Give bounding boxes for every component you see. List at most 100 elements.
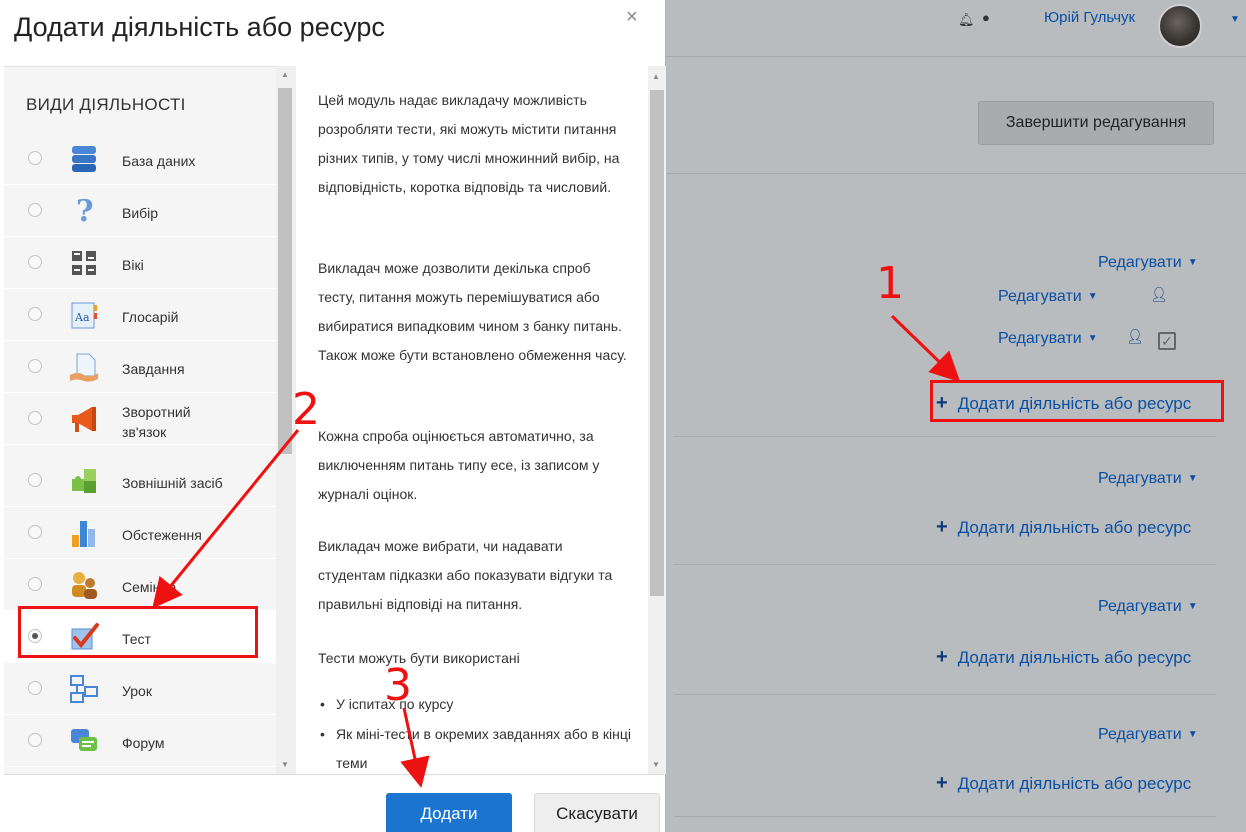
radio-button[interactable]: [28, 733, 42, 747]
workshop-icon: [72, 572, 97, 599]
scroll-up-icon[interactable]: ▲: [281, 70, 289, 79]
plus-icon: +: [936, 772, 948, 794]
activity-label: Глосарій: [122, 309, 179, 325]
wiki-icon: [72, 251, 96, 275]
edit-menu-link[interactable]: Редагувати ▼: [998, 330, 1098, 348]
chevron-down-icon: ▼: [1187, 601, 1198, 613]
lesson-icon: [70, 675, 98, 703]
chat-icon[interactable]: ●: [982, 10, 990, 25]
right-scrollbar-thumb[interactable]: [650, 90, 664, 596]
chevron-down-icon[interactable]: ▼: [1230, 14, 1240, 25]
activity-option-wiki[interactable]: Вікі: [4, 237, 276, 289]
activity-option-workshop[interactable]: Семінар: [4, 559, 276, 611]
megaphone-icon: [72, 407, 96, 432]
section-divider: [674, 436, 1216, 437]
annotation-box-add-link: [930, 380, 1224, 422]
activity-option-partial: [4, 767, 276, 774]
activity-option-glossary[interactable]: Aa Глосарій: [4, 289, 276, 341]
activity-option-external-tool[interactable]: Зовнішній засіб: [4, 455, 276, 507]
activity-option-lesson[interactable]: Урок: [4, 663, 276, 715]
activity-types-list: ВИДИ ДІЯЛЬНОСТІ База даних ? Вибір Вікі …: [4, 66, 296, 774]
description-paragraph: Цей модуль надає викладачу можливість ро…: [318, 92, 620, 195]
activity-option-choice[interactable]: ? Вибір: [4, 185, 276, 237]
top-navbar: 🔔︎ ● Юрій Гульчук ▼: [666, 0, 1246, 48]
radio-button[interactable]: [28, 411, 42, 425]
database-icon: [72, 146, 96, 172]
activity-label: Урок: [122, 683, 152, 699]
radio-button[interactable]: [28, 473, 42, 487]
edit-menu-link[interactable]: Редагувати ▼: [1098, 598, 1198, 616]
bar-chart-icon: [72, 521, 95, 547]
header-panel: Завершити редагування: [666, 56, 1246, 174]
activity-option-forum[interactable]: Форум: [4, 715, 276, 767]
radio-button[interactable]: [28, 577, 42, 591]
left-scrollbar-thumb[interactable]: [278, 88, 292, 454]
radio-button[interactable]: [28, 359, 42, 373]
checkbox-icon[interactable]: ✓: [1158, 332, 1176, 350]
radio-button[interactable]: [28, 255, 42, 269]
edit-menu-link[interactable]: Редагувати ▼: [1098, 726, 1198, 744]
activity-label: Зворотний зв'язок: [122, 404, 191, 440]
description-list-item: У іспитах по курсу: [320, 690, 636, 719]
scroll-down-icon[interactable]: ▼: [281, 760, 289, 769]
plus-icon: +: [936, 646, 948, 668]
chevron-down-icon: ▼: [1087, 291, 1098, 303]
puzzle-icon: [72, 469, 96, 493]
activity-label: Обстеження: [122, 527, 202, 543]
avatar[interactable]: [1158, 4, 1202, 48]
user-icon[interactable]: 👤︎: [1150, 286, 1168, 303]
chevron-down-icon: ▼: [1187, 473, 1198, 485]
svg-text:?: ?: [76, 195, 94, 227]
plus-icon: +: [936, 516, 948, 538]
chevron-down-icon: ▼: [1187, 257, 1198, 269]
close-icon[interactable]: ×: [626, 6, 638, 29]
annotation-box-quiz: [18, 606, 258, 658]
radio-button[interactable]: [28, 203, 42, 217]
activity-description: Цей модуль надає викладачу можливість ро…: [296, 66, 646, 774]
activity-label: Форум: [122, 735, 165, 751]
user-name-link[interactable]: Юрій Гульчук: [1044, 9, 1135, 26]
activity-option-database[interactable]: База даних: [4, 133, 276, 185]
radio-button[interactable]: [28, 307, 42, 321]
section-divider: [674, 564, 1216, 565]
description-paragraph: Викладач може вибрати, чи надавати студе…: [318, 538, 613, 612]
radio-button[interactable]: [28, 525, 42, 539]
radio-button[interactable]: [28, 681, 42, 695]
activity-label: Вибір: [122, 205, 159, 221]
edit-menu-link[interactable]: Редагувати ▼: [1098, 470, 1198, 488]
activity-option-assignment[interactable]: Завдання: [4, 341, 276, 393]
radio-button[interactable]: [28, 151, 42, 165]
scroll-up-icon[interactable]: ▲: [652, 72, 660, 81]
chevron-down-icon: ▼: [1087, 333, 1098, 345]
annotation-step-1: 1: [876, 258, 904, 309]
description-paragraph: Тести можуть бути використані: [318, 650, 520, 666]
add-activity-link[interactable]: + Додати діяльність або ресурс: [936, 646, 1191, 669]
cancel-button[interactable]: Скасувати: [534, 793, 660, 832]
section-divider: [674, 694, 1216, 695]
annotation-step-2: 2: [292, 384, 320, 435]
svg-text:Aa: Aa: [74, 311, 90, 324]
activity-option-feedback[interactable]: Зворотний зв'язок: [4, 393, 276, 445]
description-list-item: Як міні-тести в окремих завданнях або в …: [320, 720, 636, 774]
add-activity-link[interactable]: + Додати діяльність або ресурс: [936, 772, 1191, 795]
description-paragraph: Викладач може дозволити декілька спроб т…: [318, 260, 627, 363]
finish-editing-button[interactable]: Завершити редагування: [978, 101, 1214, 145]
question-icon: ?: [76, 195, 94, 227]
edit-menu-link[interactable]: Редагувати ▼: [998, 288, 1098, 306]
add-button[interactable]: Додати: [386, 793, 512, 832]
forum-icon: [71, 729, 97, 751]
scroll-down-icon[interactable]: ▼: [652, 760, 660, 769]
annotation-step-3: 3: [384, 660, 412, 711]
activity-label: Семінар: [122, 579, 176, 595]
activity-label: Зовнішній засіб: [122, 475, 223, 491]
edit-menu-link[interactable]: Редагувати ▼: [1098, 254, 1198, 272]
bell-icon[interactable]: 🔔︎: [958, 12, 975, 27]
activity-option-survey[interactable]: Обстеження: [4, 507, 276, 559]
modal-title: Додати діяльність або ресурс: [14, 12, 385, 42]
chevron-down-icon: ▼: [1187, 729, 1198, 741]
section-divider: [674, 816, 1216, 817]
glossary-icon: Aa: [71, 302, 97, 329]
activity-types-heading: ВИДИ ДІЯЛЬНОСТІ: [26, 95, 186, 114]
user-icon[interactable]: 👤︎: [1126, 328, 1144, 345]
add-activity-link[interactable]: + Додати діяльність або ресурс: [936, 516, 1191, 539]
